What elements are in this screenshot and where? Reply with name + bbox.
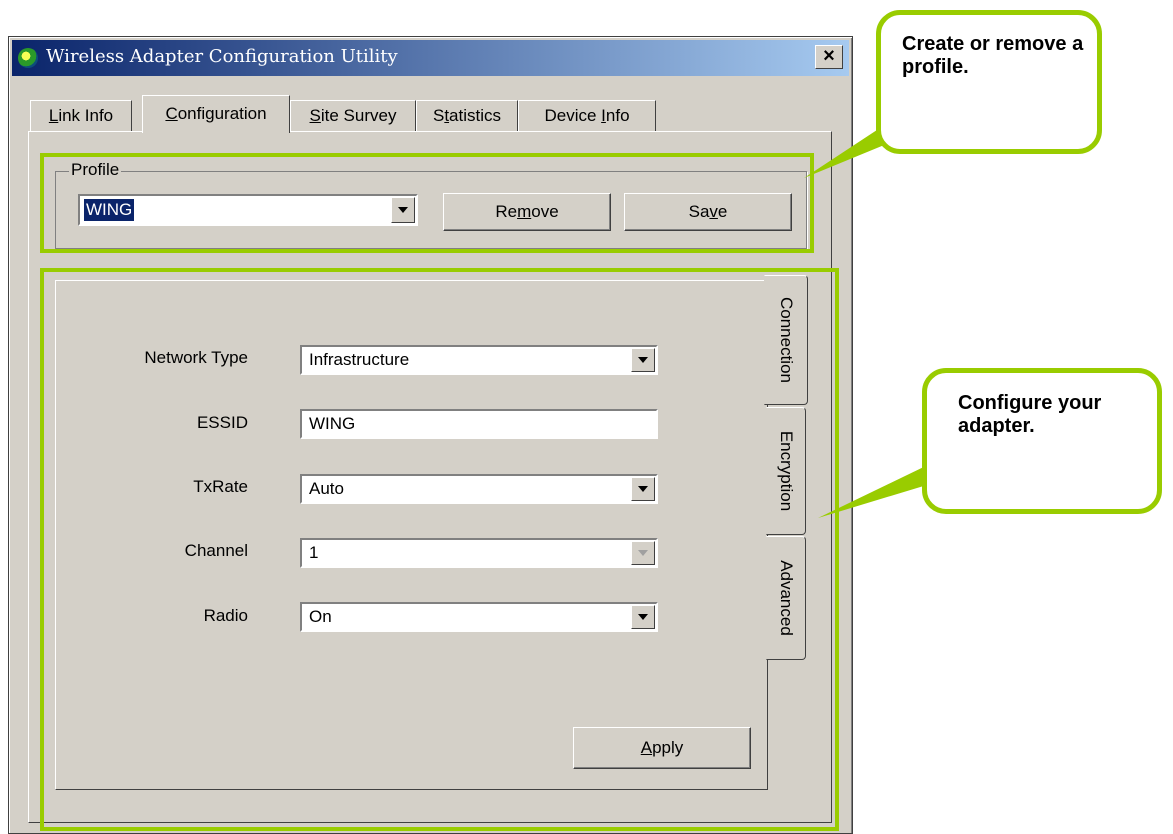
tab-configuration[interactable]: Configuration: [142, 95, 290, 133]
profile-callout: [876, 10, 1102, 154]
profile-callout-text: Create or remove a profile.: [902, 33, 1084, 78]
tab-connection[interactable]: Connection: [764, 275, 808, 405]
adapter-callout-text: Configure your adapter.: [958, 392, 1102, 437]
adapter-callout: [922, 368, 1162, 514]
